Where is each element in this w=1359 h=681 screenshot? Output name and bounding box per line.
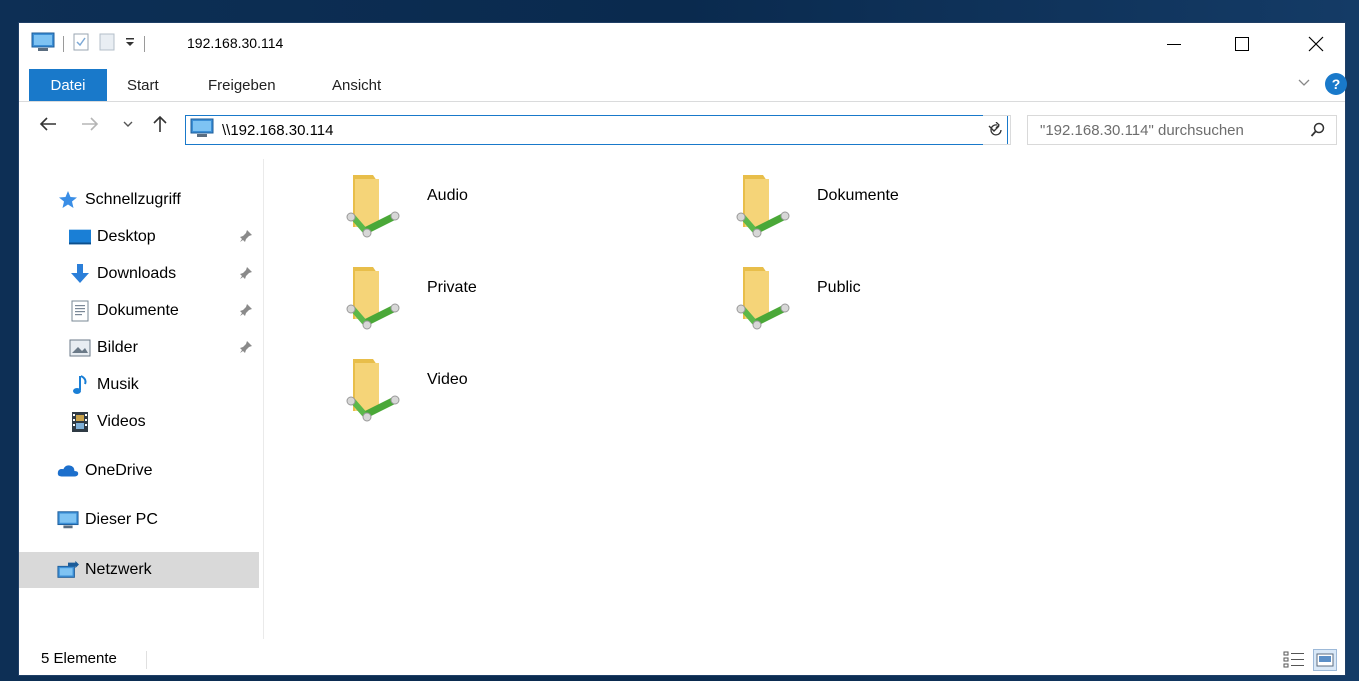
sidebar-item-videos[interactable]: Videos [19, 405, 259, 439]
address-bar[interactable]: \\192.168.30.114 [185, 115, 1008, 145]
title-bar: 192.168.30.114 [19, 23, 1345, 65]
tab-ansicht[interactable]: Ansicht [326, 71, 387, 99]
sidebar-item-schnellzugriff[interactable]: Schnellzugriff [19, 183, 259, 217]
computer-icon [31, 32, 55, 56]
sidebar-item-dieser-pc[interactable]: Dieser PC [19, 503, 259, 537]
shared-folder-icon [345, 173, 405, 243]
folder-name: Video [427, 371, 468, 388]
cloud-icon [57, 460, 79, 482]
sidebar-item-label: Videos [97, 413, 146, 430]
shared-folder-icon [735, 173, 795, 243]
desktop-icon [69, 226, 91, 248]
file-explorer-window: 192.168.30.114 Datei Start Freigeben Ans… [18, 22, 1347, 676]
sidebar-item-desktop[interactable]: Desktop [19, 220, 259, 254]
pin-icon[interactable] [239, 266, 253, 285]
refresh-icon[interactable] [983, 115, 1011, 145]
sidebar-item-label: Desktop [97, 228, 156, 245]
tab-start[interactable]: Start [121, 71, 165, 99]
folder-name: Private [427, 279, 477, 296]
shared-folder-icon [345, 357, 405, 427]
tab-datei[interactable]: Datei [29, 69, 107, 101]
search-icon[interactable] [1310, 122, 1326, 142]
navigation-bar: \\192.168.30.114 "192.168.30.114" durchs… [19, 101, 1345, 147]
quick-access-toolbar [31, 32, 145, 56]
folder-name: Public [817, 279, 861, 296]
star-icon [57, 189, 79, 211]
close-button[interactable] [1293, 23, 1339, 65]
sidebar-item-downloads[interactable]: Downloads [19, 257, 259, 291]
search-placeholder: "192.168.30.114" durchsuchen [1040, 121, 1244, 139]
toolbar-separator [63, 36, 64, 52]
download-arrow-icon [69, 263, 91, 285]
network-share-audio[interactable]: Audio [279, 163, 609, 243]
sidebar-item-musik[interactable]: Musik [19, 368, 259, 402]
window-title: 192.168.30.114 [187, 35, 284, 51]
video-icon [69, 411, 91, 433]
network-share-dokumente[interactable]: Dokumente [669, 163, 999, 243]
new-folder-icon[interactable] [98, 32, 116, 56]
sidebar-item-netzwerk[interactable]: Netzwerk [19, 552, 259, 588]
sidebar-item-dokumente[interactable]: Dokumente [19, 294, 259, 328]
address-path[interactable]: \\192.168.30.114 [222, 122, 334, 139]
sidebar-item-label: OneDrive [85, 462, 153, 479]
computer-icon [190, 118, 214, 142]
network-share-public[interactable]: Public [669, 255, 999, 335]
minimize-button[interactable] [1151, 23, 1197, 65]
properties-icon[interactable] [72, 32, 90, 56]
toolbar-separator [144, 36, 145, 52]
pane-divider [263, 159, 264, 639]
sidebar-item-label: Bilder [97, 339, 138, 356]
folder-view: Audio Dokumente Private Public Video [279, 163, 1329, 643]
document-icon [69, 300, 91, 322]
maximize-button[interactable] [1219, 23, 1265, 65]
network-share-private[interactable]: Private [279, 255, 609, 335]
sidebar-item-label: Downloads [97, 265, 177, 282]
shared-folder-icon [735, 265, 795, 335]
shared-folder-icon [345, 265, 405, 335]
recent-locations-chevron-icon[interactable] [117, 113, 139, 135]
sidebar-item-label: Dieser PC [85, 511, 158, 528]
network-share-video[interactable]: Video [279, 347, 609, 427]
folder-name: Audio [427, 187, 468, 204]
sidebar-item-onedrive[interactable]: OneDrive [19, 454, 259, 488]
navigation-pane: Schnellzugriff Desktop Downloads Dokumen… [19, 159, 263, 639]
pin-icon[interactable] [239, 229, 253, 248]
pictures-icon [69, 337, 91, 359]
up-arrow-icon[interactable] [149, 113, 171, 135]
pin-icon[interactable] [239, 303, 253, 322]
tab-freigeben[interactable]: Freigeben [202, 71, 282, 99]
status-separator [146, 651, 147, 669]
back-arrow-icon[interactable] [37, 113, 59, 135]
item-count: 5 Elemente [41, 650, 117, 667]
sidebar-item-label: Netzwerk [85, 561, 152, 578]
forward-arrow-icon[interactable] [79, 113, 101, 135]
computer-icon [57, 509, 79, 531]
sidebar-item-label: Schnellzugriff [85, 191, 181, 208]
status-bar: 5 Elemente [19, 643, 1345, 675]
help-button[interactable]: ? [1325, 73, 1347, 95]
sidebar-item-label: Dokumente [97, 302, 179, 319]
folder-name: Dokumente [817, 187, 899, 204]
sidebar-item-bilder[interactable]: Bilder [19, 331, 259, 365]
network-icon [57, 559, 79, 581]
ribbon-tabs: Datei Start Freigeben Ansicht ? [19, 65, 1347, 102]
chevron-down-icon[interactable] [124, 36, 136, 52]
large-icons-view-icon[interactable] [1313, 649, 1337, 671]
pin-icon[interactable] [239, 340, 253, 359]
details-view-icon[interactable] [1283, 649, 1305, 673]
search-input[interactable]: "192.168.30.114" durchsuchen [1027, 115, 1337, 145]
music-note-icon [69, 374, 91, 396]
expand-ribbon-chevron-icon[interactable] [1297, 77, 1311, 92]
sidebar-item-label: Musik [97, 376, 139, 393]
